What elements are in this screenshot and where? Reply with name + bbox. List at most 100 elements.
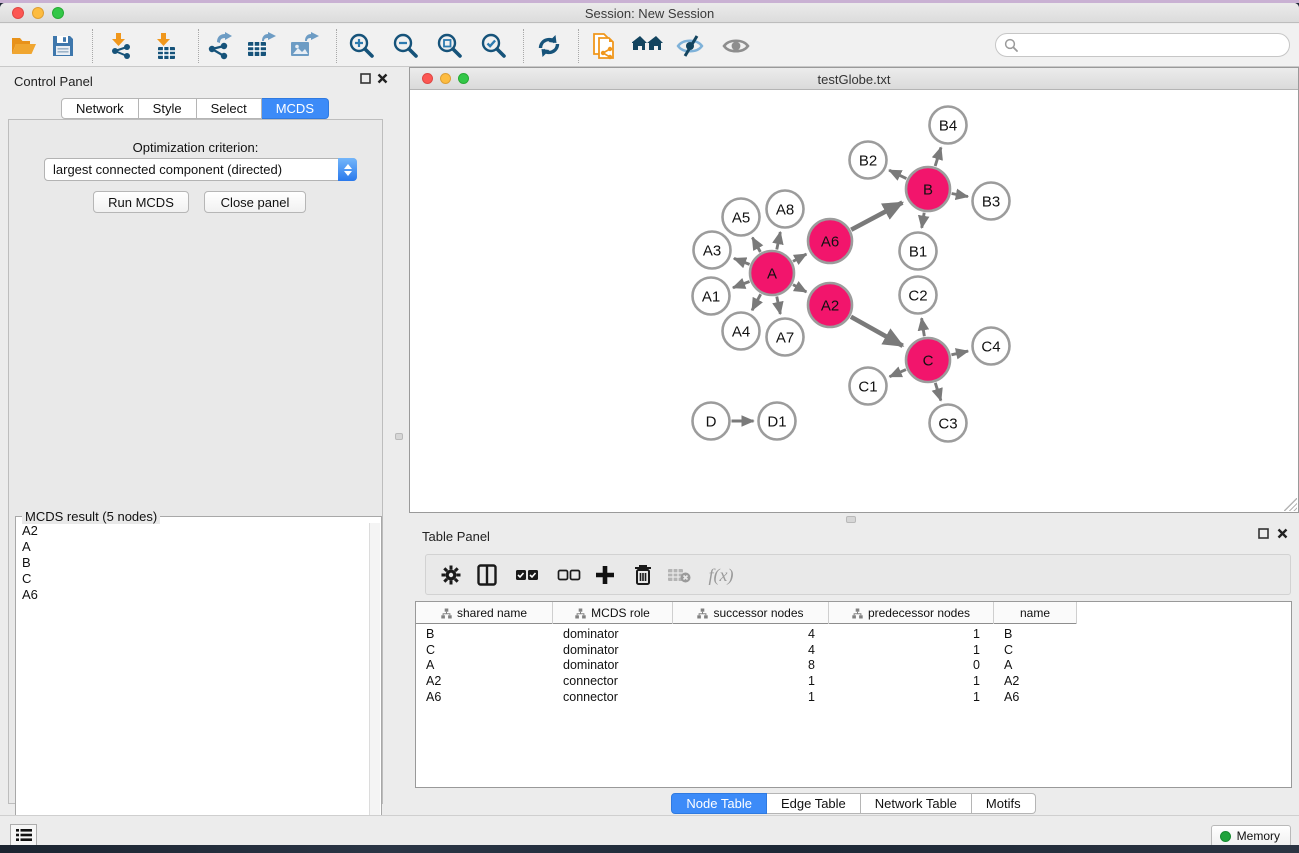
network-node-B[interactable]: B (906, 167, 950, 211)
list-item[interactable]: A (17, 539, 369, 555)
column-header-shared-name[interactable]: shared name (416, 602, 553, 624)
search-input[interactable] (1018, 36, 1289, 54)
export-network-icon[interactable] (203, 31, 235, 61)
list-item[interactable]: C (17, 571, 369, 587)
search-field[interactable] (995, 33, 1290, 57)
network-node-D1[interactable]: D1 (759, 403, 796, 440)
column-header-successor-nodes[interactable]: successor nodes (673, 602, 829, 624)
network-node-A1[interactable]: A1 (693, 278, 730, 315)
mcds-result-scrollbar[interactable] (369, 523, 380, 845)
hide-panel-icon[interactable] (674, 31, 706, 61)
network-node-A3[interactable]: A3 (694, 232, 731, 269)
column-header-MCDS-role[interactable]: MCDS role (553, 602, 673, 624)
network-node-A6[interactable]: A6 (808, 219, 852, 263)
refresh-icon[interactable] (533, 31, 565, 61)
float-window-icon[interactable] (360, 73, 371, 84)
divider-grip-icon[interactable] (846, 516, 856, 523)
network-node-D[interactable]: D (693, 403, 730, 440)
network-node-B3[interactable]: B3 (973, 183, 1010, 220)
zoom-fit-icon[interactable] (434, 31, 466, 61)
network-edge-C-C4[interactable] (951, 351, 968, 355)
tab-network-table[interactable]: Network Table (861, 793, 972, 814)
network-node-A8[interactable]: A8 (767, 191, 804, 228)
network-node-C3[interactable]: C3 (930, 405, 967, 442)
network-edge-A-A1[interactable] (733, 281, 750, 287)
network-window-titlebar[interactable]: testGlobe.txt (410, 68, 1298, 90)
criterion-dropdown[interactable]: largest connected component (directed) (44, 158, 357, 181)
table-row[interactable]: Adominator80A (416, 657, 1291, 673)
export-table-icon[interactable] (245, 31, 277, 61)
table-row[interactable]: Bdominator41B (416, 626, 1291, 642)
save-session-icon[interactable] (47, 31, 79, 61)
network-edge-B-B2[interactable] (889, 170, 906, 178)
network-node-A2[interactable]: A2 (808, 283, 852, 327)
network-edge-A-A7[interactable] (777, 297, 781, 314)
table-row[interactable]: A2connector11A2 (416, 673, 1291, 689)
tab-node-table[interactable]: Node Table (671, 793, 767, 814)
open-session-icon[interactable] (8, 31, 40, 61)
network-node-C2[interactable]: C2 (900, 277, 937, 314)
deselect-all-icon[interactable] (554, 560, 584, 590)
zoom-in-icon[interactable] (346, 31, 378, 61)
float-window-icon[interactable] (1258, 528, 1269, 539)
tab-edge-table[interactable]: Edge Table (767, 793, 861, 814)
network-edge-C-C3[interactable] (935, 383, 941, 401)
home-panes-icon[interactable] (632, 31, 664, 61)
delete-table-icon[interactable] (664, 560, 694, 590)
network-edge-A-A3[interactable] (734, 258, 750, 264)
network-node-C1[interactable]: C1 (850, 368, 887, 405)
table-row[interactable]: A6connector11A6 (416, 689, 1291, 705)
network-edge-A-A4[interactable] (752, 294, 761, 310)
network-node-A5[interactable]: A5 (723, 199, 760, 236)
network-edge-C-C1[interactable] (890, 370, 906, 377)
task-history-button[interactable] (10, 824, 37, 845)
network-edge-C-C2[interactable] (922, 318, 925, 336)
tab-motifs[interactable]: Motifs (972, 793, 1036, 814)
network-canvas-svg[interactable]: AA1A2A3A4A5A6A7A8BB1B2B3B4CC1C2C3C4DD1 (410, 91, 1298, 512)
panel-divider-vertical[interactable] (390, 67, 408, 815)
network-node-B4[interactable]: B4 (930, 107, 967, 144)
network-edge-A2-C[interactable] (851, 317, 903, 346)
network-edge-B-B3[interactable] (952, 193, 968, 196)
tab-mcds[interactable]: MCDS (262, 98, 329, 119)
list-item[interactable]: B (17, 555, 369, 571)
select-all-icon[interactable] (512, 560, 542, 590)
divider-grip-icon[interactable] (395, 433, 403, 440)
network-node-A4[interactable]: A4 (723, 313, 760, 350)
export-image-icon[interactable] (288, 31, 320, 61)
list-item[interactable]: A2 (17, 523, 369, 539)
columns-icon[interactable] (472, 560, 502, 590)
tab-select[interactable]: Select (197, 98, 262, 119)
new-network-file-icon[interactable] (589, 31, 621, 61)
trash-icon[interactable] (628, 560, 658, 590)
network-edge-A-A2[interactable] (793, 285, 806, 292)
network-node-C4[interactable]: C4 (973, 328, 1010, 365)
function-icon[interactable]: f(x) (706, 560, 736, 590)
network-edge-A-A5[interactable] (752, 238, 760, 252)
network-edge-A6-B[interactable] (851, 203, 902, 230)
tab-network[interactable]: Network (61, 98, 139, 119)
zoom-out-icon[interactable] (390, 31, 422, 61)
gear-icon[interactable] (436, 560, 466, 590)
close-panel-icon[interactable] (377, 73, 388, 84)
zoom-selected-icon[interactable] (478, 31, 510, 61)
import-table-icon[interactable] (150, 31, 182, 61)
network-edge-B-B1[interactable] (922, 213, 924, 228)
resize-grip-icon[interactable] (1284, 498, 1297, 511)
add-icon[interactable] (590, 560, 620, 590)
import-network-icon[interactable] (105, 31, 137, 61)
run-mcds-button[interactable]: Run MCDS (93, 191, 189, 213)
close-panel-button[interactable]: Close panel (204, 191, 306, 213)
table-row[interactable]: Cdominator41C (416, 642, 1291, 658)
network-edge-B-B4[interactable] (935, 147, 941, 166)
network-node-C[interactable]: C (906, 338, 950, 382)
column-header-predecessor-nodes[interactable]: predecessor nodes (829, 602, 994, 624)
network-node-B2[interactable]: B2 (850, 142, 887, 179)
close-panel-icon[interactable] (1277, 528, 1288, 539)
tab-style[interactable]: Style (139, 98, 197, 119)
network-edge-A-A6[interactable] (793, 254, 806, 261)
memory-button[interactable]: Memory (1211, 825, 1291, 845)
show-panel-icon[interactable] (720, 31, 752, 61)
network-edge-A-A8[interactable] (777, 232, 781, 249)
network-node-A[interactable]: A (750, 251, 794, 295)
